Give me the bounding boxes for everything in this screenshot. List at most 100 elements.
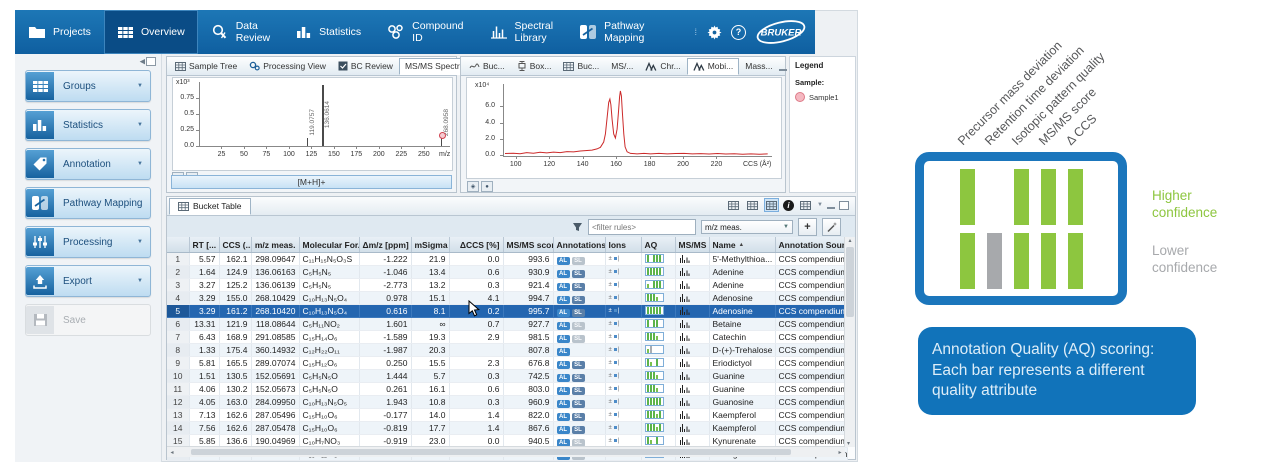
toolbar-item-pathway-mapping[interactable]: Pathway Mapping — [566, 10, 657, 54]
column-header-ms-ms-score[interactable]: MS/MS score — [503, 237, 553, 253]
column-header-m-z-meas[interactable]: m/z meas. — [251, 237, 299, 253]
sidebar-item-pathway-mapping[interactable]: Pathway Mapping — [25, 187, 151, 219]
zoom-in-icon[interactable]: ◈ — [467, 181, 479, 192]
msms-spectrum-icon — [679, 436, 691, 445]
column-header-rt[interactable]: RT [... — [189, 237, 219, 253]
filter-funnel-icon[interactable] — [572, 222, 583, 232]
table-compact-view-icon[interactable] — [745, 198, 760, 212]
gear-icon[interactable] — [707, 25, 722, 40]
tab-buc[interactable]: Buc... — [463, 58, 511, 75]
spectrum-panel: Sample TreeProcessing ViewBC ReviewMS/MS… — [166, 56, 457, 193]
ccs-cell: 162.6 — [219, 409, 251, 422]
column-header-msigma[interactable]: mSigma — [411, 237, 449, 253]
mz-cell: 287.05478 — [251, 422, 299, 435]
horizontal-scrollbar[interactable]: ◂▸ — [167, 446, 845, 457]
table-row-13[interactable]: 137.13162.6287.05496C₁₅H₁₀O₆-0.17714.01.… — [167, 409, 847, 422]
tab-bc-review[interactable]: BC Review — [332, 58, 399, 75]
annotation-badge-al: AL — [557, 361, 570, 369]
table-row-7[interactable]: 76.43168.9291.08585C₁₅H₁₄O₆-1.58919.32.9… — [167, 331, 847, 344]
column-header-aq[interactable]: AQ — [641, 237, 675, 253]
table-header-row[interactable]: RT [...CCS (...m/z meas.Molecular For...… — [167, 237, 847, 253]
scroll-down-icon[interactable]: ▾ — [847, 440, 850, 447]
column-header-annotations[interactable]: Annotations — [553, 237, 605, 253]
toolbar-item-overview[interactable]: Overview — [104, 10, 198, 54]
column-header-name[interactable]: Name▲ — [709, 237, 775, 253]
column-header-ccs[interactable]: CCS (... — [219, 237, 251, 253]
tab-buc[interactable]: Buc... — [557, 58, 605, 75]
tab-ms[interactable]: MS/... — [605, 58, 639, 75]
zoom-out-icon[interactable]: ● — [481, 181, 493, 192]
table-row-9[interactable]: 95.81165.5289.07074C₁₅H₁₂O₆0.25015.52.36… — [167, 357, 847, 370]
column-header-row-number[interactable] — [167, 237, 189, 253]
scroll-thumb[interactable] — [846, 247, 854, 317]
toolbar-item-compound-id[interactable]: Compound ID — [374, 10, 476, 54]
table-detail-view-icon[interactable] — [764, 198, 779, 212]
table-row-14[interactable]: 147.56162.6287.05478C₁₅H₁₀O₆-0.81917.71.… — [167, 422, 847, 435]
sidebar-item-export[interactable]: Export▼ — [25, 265, 151, 297]
sidebar-item-processing[interactable]: Processing▼ — [25, 226, 151, 258]
info-icon[interactable]: i — [783, 200, 794, 211]
column-header-ms-ms[interactable]: MS/MS — [675, 237, 709, 253]
aq-bar — [647, 398, 649, 405]
minimize-icon[interactable] — [827, 201, 835, 209]
column-header-m-z-ppm[interactable]: Δm/z [ppm] — [359, 237, 411, 253]
table-row-5[interactable]: 53.29161.2268.10420C₁₀H₁₃N₅O₄0.6168.10.2… — [167, 305, 847, 318]
help-icon[interactable]: ? — [731, 25, 746, 40]
table-row-3[interactable]: 33.27125.2136.06139C₅H₅N₅-2.77313.20.392… — [167, 279, 847, 292]
table-row-11[interactable]: 114.06130.2152.05673C₅H₅N₅O0.26116.10.68… — [167, 383, 847, 396]
tab-mobi[interactable]: Mobi... — [687, 58, 740, 75]
tab-processing-view[interactable]: Processing View — [243, 58, 332, 75]
table-row-4[interactable]: 43.29155.0268.10429C₁₀H₁₃N₅O₄0.97815.14.… — [167, 292, 847, 305]
ion-adduct-icon: ± — [609, 425, 613, 431]
filter-column-dropdown[interactable]: m/z meas. ▼ — [701, 220, 793, 234]
filter-rules-input[interactable] — [588, 219, 696, 235]
table-columns-icon[interactable] — [798, 198, 813, 212]
y-tick-label: 0.0 — [477, 151, 495, 158]
table-view-icon[interactable] — [726, 198, 741, 212]
vertical-scrollbar[interactable]: ▴▾ — [844, 237, 855, 447]
filter-wand-button[interactable] — [822, 218, 841, 236]
minimize-icon[interactable] — [779, 63, 787, 71]
aq-bar — [647, 349, 649, 353]
sidebar-item-annotation[interactable]: Annotation▼ — [25, 148, 151, 180]
tab-mass[interactable]: Mass... — [739, 58, 778, 75]
tab-bucket-table[interactable]: Bucket Table — [169, 198, 251, 215]
sidebar-item-groups[interactable]: Groups▼ — [25, 70, 151, 102]
tab-sample-tree[interactable]: Sample Tree — [169, 58, 243, 75]
aq-bar — [653, 424, 655, 431]
adduct-bar[interactable]: [M+H]+ — [171, 175, 452, 189]
column-header-molecular-for[interactable]: Molecular For... — [299, 237, 359, 253]
annotation-badge-sl: SL — [572, 296, 585, 304]
table-row-10[interactable]: 101.51130.5152.05691C₅H₅N₅O1.4445.70.374… — [167, 370, 847, 383]
add-filter-button[interactable]: + — [798, 218, 817, 236]
sidebar-item-label: Export — [54, 276, 137, 287]
toolbar-item-data-review[interactable]: Data Review — [198, 10, 283, 54]
toolbar-item-projects[interactable]: Projects — [15, 10, 104, 54]
legend-sample-row[interactable]: Sample1 — [795, 92, 850, 102]
table-row-1[interactable]: 15.57162.1298.09647C₁₁H₁₅N₅O₃S-1.22221.9… — [167, 253, 847, 266]
table-row-12[interactable]: 124.05163.0284.09950C₁₀H₁₃N₅O₅1.94310.80… — [167, 396, 847, 409]
column-header-ions[interactable]: Ions — [605, 237, 641, 253]
aq-bar — [659, 391, 661, 392]
toolbar-item-spectral-library[interactable]: Spectral Library — [477, 10, 567, 54]
msms-spectrum-chart[interactable]: x10³ 119.0757136.0614268.0958 0.750.50.2… — [172, 77, 453, 171]
chevron-down-icon[interactable]: ▼ — [817, 202, 823, 208]
table-row-2[interactable]: 21.64124.9136.06163C₅H₅N₅-1.04613.40.693… — [167, 266, 847, 279]
maximize-icon[interactable] — [839, 201, 849, 210]
scroll-thumb[interactable] — [191, 449, 791, 455]
sidebar-collapse-icon[interactable]: ◀ — [140, 57, 156, 66]
table-row-6[interactable]: 613.31121.9118.08644C₅H₁₁NO₂1.601∞0.7927… — [167, 318, 847, 331]
mz-cell: 152.05691 — [251, 370, 299, 383]
scroll-right-icon[interactable]: ▸ — [835, 449, 845, 456]
toolbar-item-statistics[interactable]: Statistics — [283, 10, 374, 54]
table-row-8[interactable]: 81.33175.4360.14932C₁₂H₂₂O₁₁-1.98720.380… — [167, 344, 847, 357]
bottom-row-bar-4 — [1041, 233, 1056, 289]
column-header-ccs[interactable]: ΔCCS [%] — [449, 237, 503, 253]
tab-chr[interactable]: Chr... — [639, 58, 686, 75]
sidebar-item-statistics[interactable]: Statistics▼ — [25, 109, 151, 141]
column-header-annotation-source[interactable]: Annotation Source — [775, 237, 847, 253]
x-tick-label: 75 — [263, 151, 271, 158]
scroll-left-icon[interactable]: ◂ — [167, 449, 177, 456]
tab-box[interactable]: Box... — [511, 58, 558, 75]
mobilogram-chart[interactable]: x10⁴ 6.04.02.00.0100120140160180200220CC… — [466, 77, 782, 179]
